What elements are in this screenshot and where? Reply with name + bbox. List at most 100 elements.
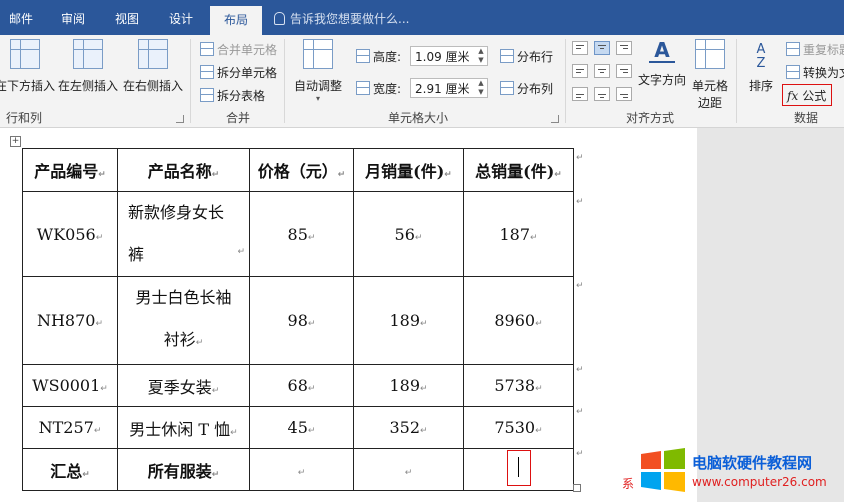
header-text: 产品编号	[34, 162, 99, 181]
header-cell[interactable]: 总销量(件)↵	[463, 148, 574, 192]
table-cell[interactable]: WK056↵	[22, 191, 118, 277]
cell-end-mark: ↵	[307, 232, 316, 243]
row-height-spinner-icon[interactable]: ▲ ▼	[475, 47, 487, 65]
cell-text: NH870	[36, 311, 96, 330]
distribute-cols-label: 分布列	[517, 82, 554, 96]
cell-end-mark: ↵	[530, 232, 538, 243]
col-width-spinner-icon[interactable]: ▲ ▼	[475, 79, 487, 97]
header-cell[interactable]: 月销量(件)↵	[353, 148, 464, 192]
group-label-cell-size: 单元格大小	[387, 111, 448, 125]
header-text: 价格（元）	[257, 162, 338, 181]
insert-below-button[interactable]: 在下方插入	[0, 39, 56, 94]
align-bottom-left-button[interactable]	[572, 87, 588, 101]
table-cell[interactable]: 8960↵	[463, 276, 574, 365]
group-separator	[190, 39, 191, 123]
table-cell[interactable]: 189↵	[353, 364, 464, 407]
table-cell[interactable]: 189↵	[353, 276, 464, 365]
autofit-button[interactable]: 自动调整 ▾	[290, 39, 346, 103]
autofit-dropdown-icon: ▾	[315, 94, 320, 103]
table-cell[interactable]: 352↵	[353, 406, 464, 449]
table-cell[interactable]: 男士休闲 T 恤↵	[117, 406, 250, 449]
table-row: WS0001↵ 夏季女装↵ 68↵ 189↵ 5738↵	[22, 364, 574, 407]
col-width-icon	[356, 81, 370, 95]
cell-end-mark: ↵	[404, 468, 413, 478]
cell-size-launcher-icon[interactable]	[551, 115, 559, 123]
cell-end-mark: ↵	[211, 469, 220, 480]
table-cell[interactable]: 夏季女装↵	[117, 364, 250, 407]
table-resize-handle-icon[interactable]	[573, 484, 581, 492]
table-cell[interactable]: WS0001↵	[22, 364, 118, 407]
cell-end-mark: ↵	[535, 426, 543, 436]
row-height-input[interactable]: 1.09 厘米 ▲ ▼	[410, 46, 488, 66]
table-cell[interactable]: 7530↵	[463, 406, 574, 449]
table-cell[interactable]: ↵	[353, 448, 464, 491]
header-cell[interactable]: 产品名称↵	[117, 148, 250, 192]
convert-to-text-button[interactable]: 转换为文	[786, 64, 844, 81]
cell-end-mark: ↵	[82, 469, 90, 480]
table-cell[interactable]: NT257↵	[22, 406, 118, 449]
split-table-button[interactable]: 拆分表格	[200, 87, 265, 104]
table-cell[interactable]: 187↵	[463, 191, 574, 277]
tab-review[interactable]: 审阅	[50, 0, 96, 35]
table-cell[interactable]: 所有服装↵	[117, 448, 250, 491]
header-cell[interactable]: 价格（元）↵	[249, 148, 354, 192]
tell-me-placeholder: 告诉我您想要做什么...	[290, 12, 410, 26]
cell-text: 98	[287, 311, 308, 330]
distribute-cols-icon	[500, 81, 514, 95]
table-cell[interactable]: 男士白色长袖 衬衫↵	[117, 276, 250, 365]
tell-me-search[interactable]: 告诉我您想要做什么...	[274, 10, 409, 27]
tab-design[interactable]: 设计	[158, 0, 204, 35]
cell-text: 45	[287, 418, 308, 437]
table-cell[interactable]: 新款修身女长裤 ↵	[117, 191, 250, 277]
table-cell[interactable]: 98↵	[249, 276, 354, 365]
align-top-left-button[interactable]	[572, 41, 588, 55]
repeat-header-button[interactable]: 重复标题	[786, 41, 844, 58]
tab-mailings[interactable]: 邮件	[0, 0, 42, 35]
merge-cells-button[interactable]: 合并单元格	[200, 41, 277, 58]
table-summary-row: 汇总↵ 所有服装↵ ↵ ↵	[22, 448, 574, 491]
cell-text: 68	[287, 376, 308, 395]
table-cell[interactable]: 45↵	[249, 406, 354, 449]
align-bottom-right-button[interactable]	[616, 87, 632, 101]
group-label-alignment: 对齐方式	[625, 111, 674, 125]
table-cell[interactable]: NH870↵	[22, 276, 118, 365]
summary-scope: 所有服装	[147, 461, 212, 481]
distribute-cols-button[interactable]: 分布列	[500, 80, 553, 97]
table-cell[interactable]: 56↵	[353, 191, 464, 277]
align-center-right-button[interactable]	[616, 64, 632, 78]
distribute-rows-button[interactable]: 分布行	[500, 48, 553, 65]
align-center-left-button[interactable]	[572, 64, 588, 78]
align-center-button[interactable]	[594, 64, 610, 78]
header-cell[interactable]: 产品编号↵	[22, 148, 118, 192]
cell-text-line2: 裤	[128, 245, 145, 264]
formula-button[interactable]: fx 公式	[782, 84, 832, 106]
split-cells-label: 拆分单元格	[217, 66, 278, 80]
align-bottom-center-button[interactable]	[594, 87, 610, 101]
ribbon-layout: 在下方插入 在左侧插入 在右侧插入 行和列 合并单元格 拆分单元格 拆分表格 合…	[0, 35, 844, 128]
cell-margins-button[interactable]: 单元格 边距	[688, 39, 732, 111]
text-cursor-highlight	[506, 449, 531, 486]
insert-right-button[interactable]: 在右侧插入	[121, 39, 185, 94]
rows-cols-launcher-icon[interactable]	[176, 115, 184, 123]
table-cell[interactable]: ↵	[249, 448, 354, 491]
text-direction-button[interactable]: A 文字方向	[636, 39, 688, 88]
table-move-handle-icon[interactable]: +	[10, 136, 21, 147]
align-top-center-button[interactable]	[594, 41, 610, 55]
align-top-right-button[interactable]	[616, 41, 632, 55]
cell-end-mark: ↵	[93, 426, 102, 436]
sort-button[interactable]: AZ 排序	[744, 39, 778, 94]
active-cell[interactable]	[463, 448, 574, 491]
split-cells-button[interactable]: 拆分单元格	[200, 64, 277, 81]
insert-left-button[interactable]: 在左侧插入	[56, 39, 120, 94]
table-cell[interactable]: 85↵	[249, 191, 354, 277]
tab-layout[interactable]: 布局	[210, 6, 262, 35]
repeat-header-label: 重复标题	[803, 43, 844, 57]
cell-text: 187	[499, 224, 530, 244]
tab-view[interactable]: 视图	[104, 0, 150, 35]
table-header-row: 产品编号↵ 产品名称↵ 价格（元）↵ 月销量(件)↵ 总销量(件)↵	[22, 148, 574, 192]
table-cell[interactable]: 5738↵	[463, 364, 574, 407]
table-cell[interactable]: 汇总↵	[22, 448, 118, 491]
cell-end-mark: ↵	[337, 170, 346, 180]
col-width-input[interactable]: 2.91 厘米 ▲ ▼	[410, 78, 488, 98]
table-cell[interactable]: 68↵	[249, 364, 354, 407]
